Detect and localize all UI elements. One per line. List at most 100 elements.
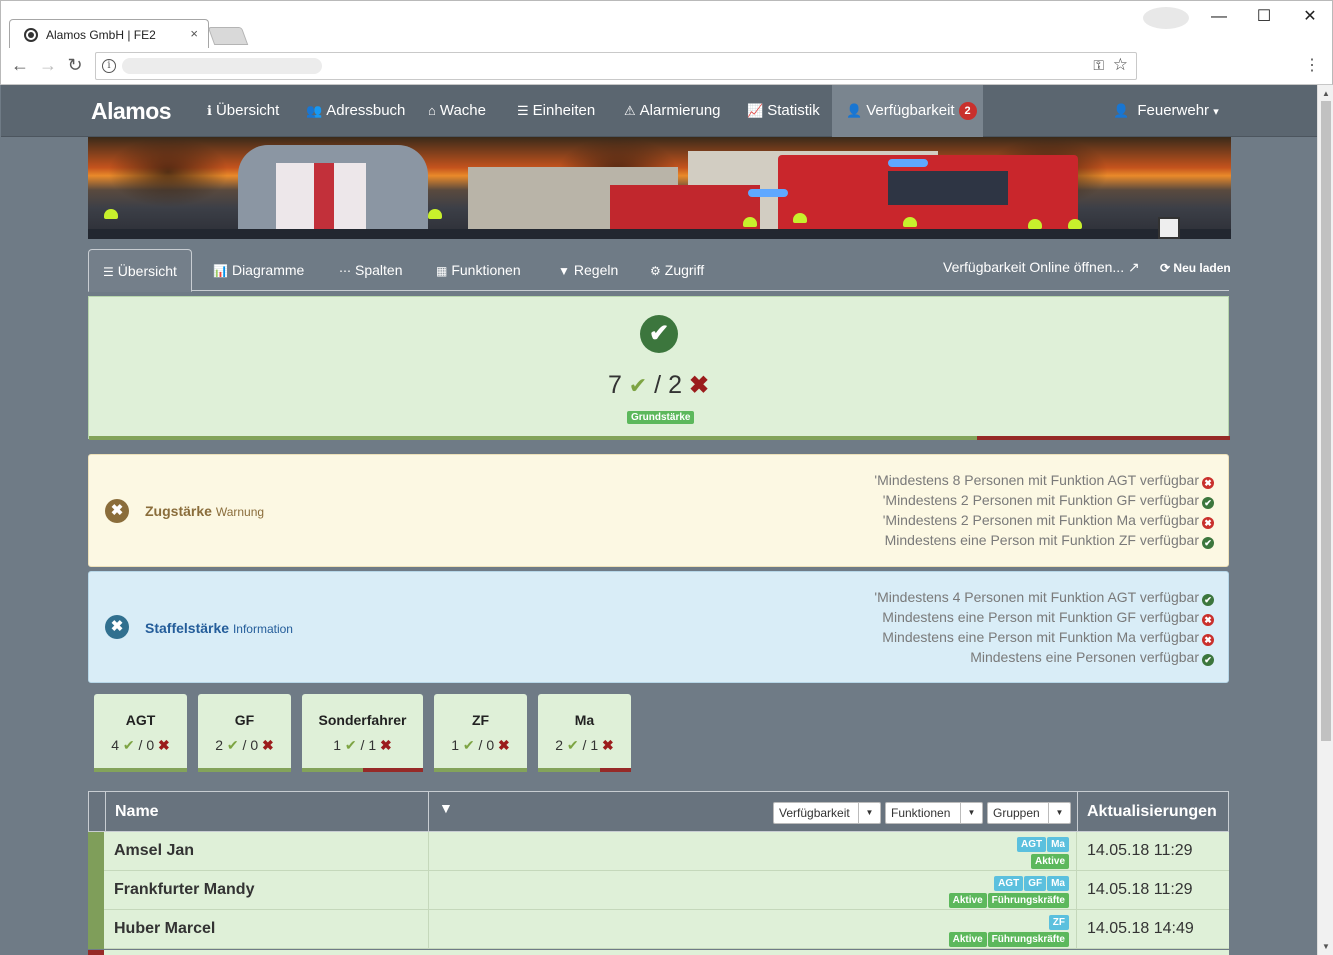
nav-verfuegbarkeit[interactable]: 👤 Verfügbarkeit 2 xyxy=(832,85,983,137)
url-text xyxy=(122,58,322,74)
person-name[interactable]: Frankfurter Mandy xyxy=(114,881,254,899)
person-name[interactable]: Amsel Jan xyxy=(114,842,194,860)
bookmark-star-icon[interactable]: ☆ xyxy=(1113,55,1128,75)
info-icon[interactable]: i xyxy=(102,59,116,73)
rule-level: Warnung xyxy=(215,505,265,519)
person-name[interactable]: Huber Marcel xyxy=(114,920,215,938)
dropdown-label: Gruppen xyxy=(993,806,1040,820)
table-row[interactable]: Amsel Jan AGT Ma Aktive 14.05.18 11:29 xyxy=(88,832,1229,871)
rule-line: 'Mindestens 4 Personen mit Funktion AGT … xyxy=(874,587,1214,607)
reload-button[interactable]: ⟳ Neu laden xyxy=(1160,261,1231,275)
dropdown-label: Funktionen xyxy=(891,806,951,820)
rule-text: 'Mindestens 8 Personen mit Funktion AGT … xyxy=(874,472,1199,488)
times-circle-icon: ✖ xyxy=(1202,634,1214,646)
rule-text: Mindestens eine Person mit Funktion GF v… xyxy=(882,609,1199,625)
open-online-link[interactable]: Verfügbarkeit Online öffnen... ↗ xyxy=(943,259,1140,276)
filter-icon[interactable]: ▼ xyxy=(439,800,453,816)
tab-spalten[interactable]: ⋯ Spalten xyxy=(325,249,416,291)
table-row[interactable] xyxy=(88,950,1229,955)
no-count: 1 xyxy=(368,737,377,753)
group-tag: Führungskräfte xyxy=(987,893,1069,908)
groups-dropdown[interactable]: Gruppen ▼ xyxy=(987,802,1071,824)
scroll-up-icon[interactable]: ▲ xyxy=(1322,89,1330,98)
gears-icon: ⚙ xyxy=(650,264,661,278)
column-updates-header[interactable]: Aktualisierungen xyxy=(1087,792,1217,833)
column-name-header[interactable]: Name xyxy=(115,792,159,833)
no-count: 0 xyxy=(146,737,155,753)
rule-line: Mindestens eine Person mit Funktion ZF v… xyxy=(874,530,1214,550)
staffelstaerke-rules: 'Mindestens 4 Personen mit Funktion AGT … xyxy=(874,587,1214,667)
column-divider xyxy=(105,792,106,833)
new-tab-button[interactable] xyxy=(207,27,249,45)
nav-alarmierung[interactable]: ⚠ Alarmierung xyxy=(610,85,735,137)
nav-einheiten[interactable]: ☰ Einheiten xyxy=(503,85,609,137)
updated-at: 14.05.18 11:29 xyxy=(1087,842,1193,859)
check-circle-icon: ✔ xyxy=(640,315,678,353)
table-row[interactable]: Frankfurter Mandy AGT GF Ma Aktive Führungs… xyxy=(88,871,1229,910)
function-card-ma[interactable]: Ma 2 ✔ / 1 ✖ xyxy=(538,694,631,772)
vertical-scrollbar[interactable]: ▲ ▼ xyxy=(1317,85,1333,955)
tab-zugriff[interactable]: ⚙ Zugriff xyxy=(636,249,718,291)
scroll-thumb[interactable] xyxy=(1321,101,1331,741)
function-count: 1 ✔ / 0 ✖ xyxy=(451,737,510,753)
ok-count: 2 xyxy=(555,737,564,753)
function-tag: ZF xyxy=(1048,915,1069,930)
browser-tab[interactable]: Alamos GmbH | FE2 × xyxy=(9,19,209,49)
alamos-logo[interactable]: Alamos xyxy=(91,98,172,125)
nav-uebersicht[interactable]: ℹ Übersicht xyxy=(193,85,293,137)
function-card-zf[interactable]: ZF 1 ✔ / 0 ✖ xyxy=(434,694,527,772)
tab-diagramme[interactable]: 📊 Diagramme xyxy=(199,249,318,291)
minimize-button[interactable]: — xyxy=(1207,7,1231,27)
scroll-down-icon[interactable]: ▼ xyxy=(1322,942,1330,951)
bar-chart-icon: 📊 xyxy=(213,264,228,278)
external-link-icon: ↗ xyxy=(1127,259,1140,275)
tab-uebersicht[interactable]: ☰ Übersicht xyxy=(88,249,192,292)
key-icon[interactable]: ⚿ xyxy=(1093,57,1104,74)
function-card-gf[interactable]: GF 2 ✔ / 0 ✖ xyxy=(198,694,291,772)
address-bar[interactable]: i ⚿ ☆ xyxy=(95,52,1137,80)
zugstaerke-rules: 'Mindestens 8 Personen mit Funktion AGT … xyxy=(874,470,1214,550)
user-menu[interactable]: 👤 Feuerwehr ▾ xyxy=(1099,85,1233,137)
times-icon: ✖ xyxy=(380,737,392,753)
function-card-sonderfahrer[interactable]: Sonderfahrer 1 ✔ / 1 ✖ xyxy=(302,694,423,772)
back-arrow-icon[interactable]: ← xyxy=(9,55,31,76)
person-tags: AGT Ma Aktive xyxy=(1016,834,1069,869)
profile-icon[interactable] xyxy=(1143,7,1189,29)
availability-dropdown[interactable]: Verfügbarkeit ▼ xyxy=(773,802,881,824)
no-count: 1 xyxy=(590,737,599,753)
check-icon: ✔ xyxy=(566,737,579,753)
functions-dropdown[interactable]: Funktionen ▼ xyxy=(885,802,983,824)
chart-line-icon: 📈 xyxy=(747,103,764,118)
browser-menu-icon[interactable]: ⋮ xyxy=(1304,55,1320,75)
grundstaerke-panel: ✔ 7 ✔ / 2 ✖ Grundstärke xyxy=(88,296,1230,440)
updated-at: 14.05.18 11:29 xyxy=(1087,881,1193,898)
function-card-agt[interactable]: AGT 4 ✔ / 0 ✖ xyxy=(94,694,187,772)
table-row[interactable]: Huber Marcel ZF Aktive Führungskräfte 14.… xyxy=(88,910,1229,949)
close-window-button[interactable]: ✕ xyxy=(1298,7,1322,27)
times-icon: ✖ xyxy=(602,737,614,753)
progress-unavailable xyxy=(362,768,423,772)
nav-statistik[interactable]: 📈 Statistik xyxy=(733,85,834,137)
nav-adressbuch[interactable]: 👥 Adressbuch xyxy=(292,85,419,137)
forward-arrow-icon[interactable]: → xyxy=(37,55,59,76)
tab-regeln[interactable]: ▼ Regeln xyxy=(544,249,632,291)
person-tags: AGT GF Ma Aktive Führungskräfte xyxy=(948,873,1069,908)
check-icon: ✔ xyxy=(462,737,475,753)
function-name: Ma xyxy=(574,712,595,728)
reload-icon[interactable]: ↻ xyxy=(64,55,86,76)
maximize-button[interactable]: ☐ xyxy=(1252,7,1276,27)
header-banner-image xyxy=(88,137,1231,239)
tab-funktionen[interactable]: ▦ Funktionen xyxy=(422,249,535,291)
close-tab-icon[interactable]: × xyxy=(190,26,198,41)
zugstaerke-panel: ✖ Zugstärke Warnung 'Mindestens 8 Person… xyxy=(88,454,1229,567)
info-icon: ℹ xyxy=(207,103,212,118)
tab-label: Zugriff xyxy=(664,262,705,278)
nav-label: Adressbuch xyxy=(326,102,406,119)
column-divider xyxy=(1077,792,1078,833)
caret-down-icon: ▼ xyxy=(1048,803,1070,823)
user-icon: 👤 xyxy=(846,103,863,118)
nav-wache[interactable]: ⌂ Wache xyxy=(414,85,500,137)
group-tag: Aktive xyxy=(948,893,987,908)
progress-available xyxy=(538,768,601,772)
filter-icon: ▼ xyxy=(558,264,570,278)
